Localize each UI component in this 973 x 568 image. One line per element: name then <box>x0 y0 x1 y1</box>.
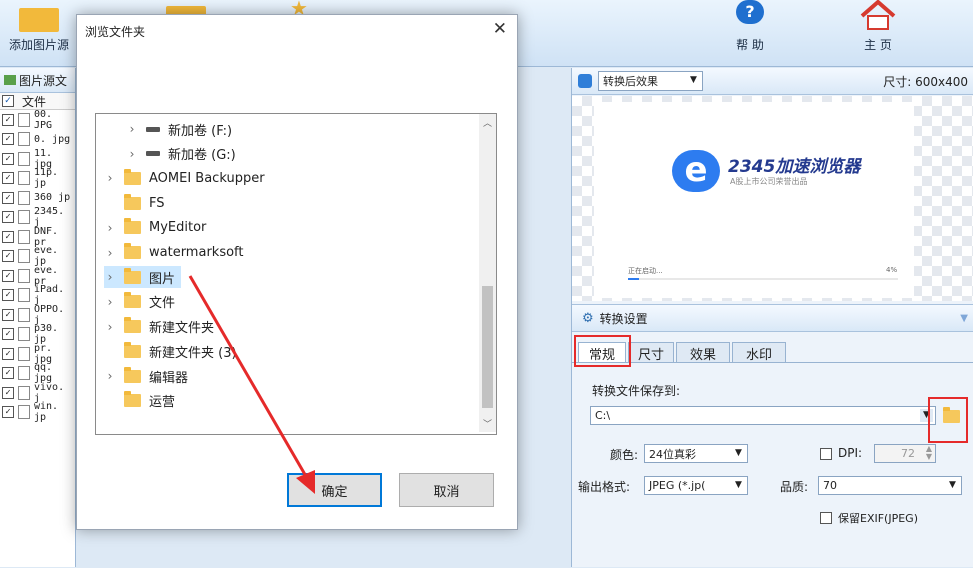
instruction-arrow <box>188 275 315 494</box>
